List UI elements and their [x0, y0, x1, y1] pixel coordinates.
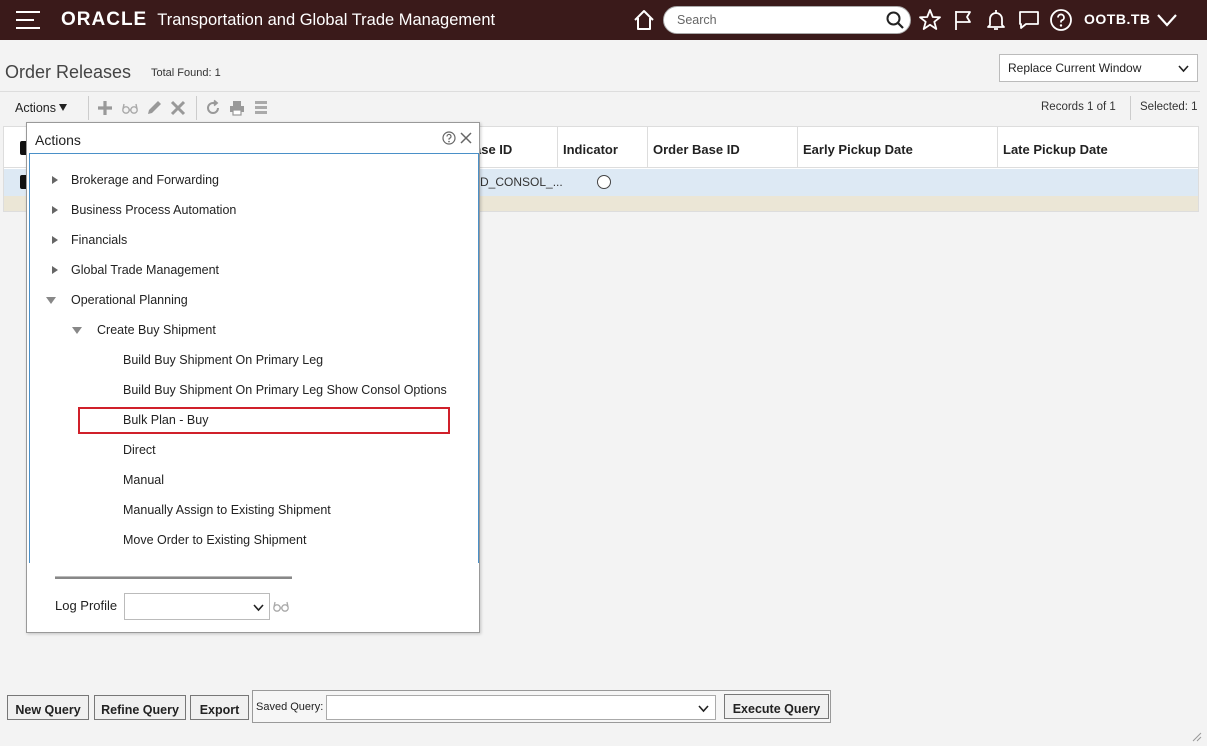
- col-header-order-base-id[interactable]: Order Base ID: [647, 127, 797, 168]
- chevron-down-icon: [698, 705, 709, 713]
- tree-item-operational-planning[interactable]: Operational Planning: [71, 293, 188, 307]
- app-title: Transportation and Global Trade Manageme…: [157, 10, 496, 29]
- chat-icon[interactable]: [1017, 8, 1041, 32]
- app-header: ORACLE Transportation and Global Trade M…: [0, 0, 1207, 40]
- collapse-arrow-icon[interactable]: [46, 297, 56, 304]
- home-icon[interactable]: [632, 8, 656, 32]
- expand-arrow-icon[interactable]: [52, 206, 58, 214]
- tree-item-bulk-plan-buy[interactable]: Bulk Plan - Buy: [123, 413, 208, 427]
- toolbar-separator: [196, 96, 197, 120]
- tree-item-brokerage[interactable]: Brokerage and Forwarding: [71, 173, 219, 187]
- collapse-arrow-icon[interactable]: [72, 327, 82, 334]
- actions-menu-button[interactable]: Actions: [15, 101, 67, 115]
- actions-tree: Brokerage and Forwarding Business Proces…: [29, 153, 479, 563]
- favorites-star-icon[interactable]: [918, 8, 942, 32]
- tree-item-financials[interactable]: Financials: [71, 233, 127, 247]
- saved-query-label: Saved Query:: [256, 701, 324, 713]
- log-profile-label: Log Profile: [55, 598, 118, 613]
- selected-label: Selected:: [1140, 101, 1188, 113]
- actions-label: Actions: [15, 101, 56, 115]
- stack-icon[interactable]: [252, 99, 270, 117]
- tree-item-build-buy-consol[interactable]: Build Buy Shipment On Primary Leg Show C…: [123, 383, 447, 397]
- chevron-down-icon: [1178, 65, 1189, 73]
- pencil-icon[interactable]: [145, 99, 163, 117]
- export-button[interactable]: Export: [190, 695, 249, 720]
- resize-grip-icon[interactable]: [1190, 730, 1202, 742]
- help-icon[interactable]: [442, 131, 456, 145]
- divider: [0, 91, 1200, 92]
- refine-query-button[interactable]: Refine Query: [94, 695, 186, 720]
- col-header-late-pickup-date[interactable]: Late Pickup Date: [997, 127, 1196, 168]
- cell-base-id[interactable]: D_CONSOL_...: [480, 175, 563, 189]
- help-circle-icon[interactable]: [1049, 8, 1073, 32]
- execute-query-button[interactable]: Execute Query: [724, 694, 829, 719]
- notification-bell-icon[interactable]: [984, 8, 1008, 32]
- print-icon[interactable]: [228, 99, 246, 117]
- records-count: Records 1 of 1: [1041, 101, 1116, 113]
- expand-arrow-icon[interactable]: [52, 266, 58, 274]
- actions-popup: Actions Brokerage and Forwarding Busines…: [26, 122, 480, 633]
- glasses-icon[interactable]: [121, 99, 139, 117]
- window-mode-value: Replace Current Window: [1008, 61, 1142, 75]
- expand-arrow-icon[interactable]: [52, 176, 58, 184]
- log-profile-select[interactable]: [124, 593, 270, 620]
- flag-icon[interactable]: [951, 8, 975, 32]
- chevron-down-icon[interactable]: [1156, 11, 1178, 29]
- global-search: [663, 6, 911, 34]
- selected-value: 1: [1191, 101, 1198, 113]
- popup-title: Actions: [35, 132, 81, 148]
- chevron-down-icon: [253, 604, 264, 612]
- oracle-logo: ORACLE: [61, 9, 148, 30]
- tree-item-manually-assign[interactable]: Manually Assign to Existing Shipment: [123, 503, 331, 517]
- plus-icon[interactable]: [96, 99, 114, 117]
- col-header-base-id[interactable]: ase ID: [469, 127, 558, 168]
- selected-count: Selected: 1: [1140, 101, 1198, 113]
- page-title: Order Releases: [5, 62, 132, 82]
- col-header-early-pickup-date[interactable]: Early Pickup Date: [797, 127, 997, 168]
- caret-down-icon: [59, 104, 67, 111]
- user-name[interactable]: OOTB.TB: [1084, 11, 1151, 27]
- refresh-icon[interactable]: [204, 99, 222, 117]
- menu-icon[interactable]: [16, 11, 40, 29]
- tree-item-build-buy-primary-leg[interactable]: Build Buy Shipment On Primary Leg: [123, 353, 323, 367]
- glasses-icon[interactable]: [272, 599, 290, 613]
- saved-query-select[interactable]: [326, 695, 716, 720]
- toolbar-separator: [1130, 96, 1131, 120]
- close-icon[interactable]: [460, 132, 472, 144]
- tree-item-direct[interactable]: Direct: [123, 443, 156, 457]
- tree-item-manual[interactable]: Manual: [123, 473, 164, 487]
- new-query-button[interactable]: New Query: [7, 695, 89, 720]
- total-found: Total Found: 1: [151, 67, 221, 79]
- search-icon[interactable]: [885, 10, 905, 30]
- horizontal-scrollbar[interactable]: [55, 576, 292, 579]
- search-input[interactable]: [677, 7, 887, 33]
- window-mode-select[interactable]: Replace Current Window: [999, 54, 1198, 82]
- delete-x-icon[interactable]: [169, 99, 187, 117]
- tree-item-global-trade[interactable]: Global Trade Management: [71, 263, 219, 277]
- tree-item-business-process[interactable]: Business Process Automation: [71, 203, 236, 217]
- col-header-indicator[interactable]: Indicator: [557, 127, 647, 168]
- tree-item-create-buy-shipment[interactable]: Create Buy Shipment: [97, 323, 216, 337]
- expand-arrow-icon[interactable]: [52, 236, 58, 244]
- indicator-radio[interactable]: [597, 175, 611, 189]
- toolbar-separator: [88, 96, 89, 120]
- tree-item-move-order[interactable]: Move Order to Existing Shipment: [123, 533, 306, 547]
